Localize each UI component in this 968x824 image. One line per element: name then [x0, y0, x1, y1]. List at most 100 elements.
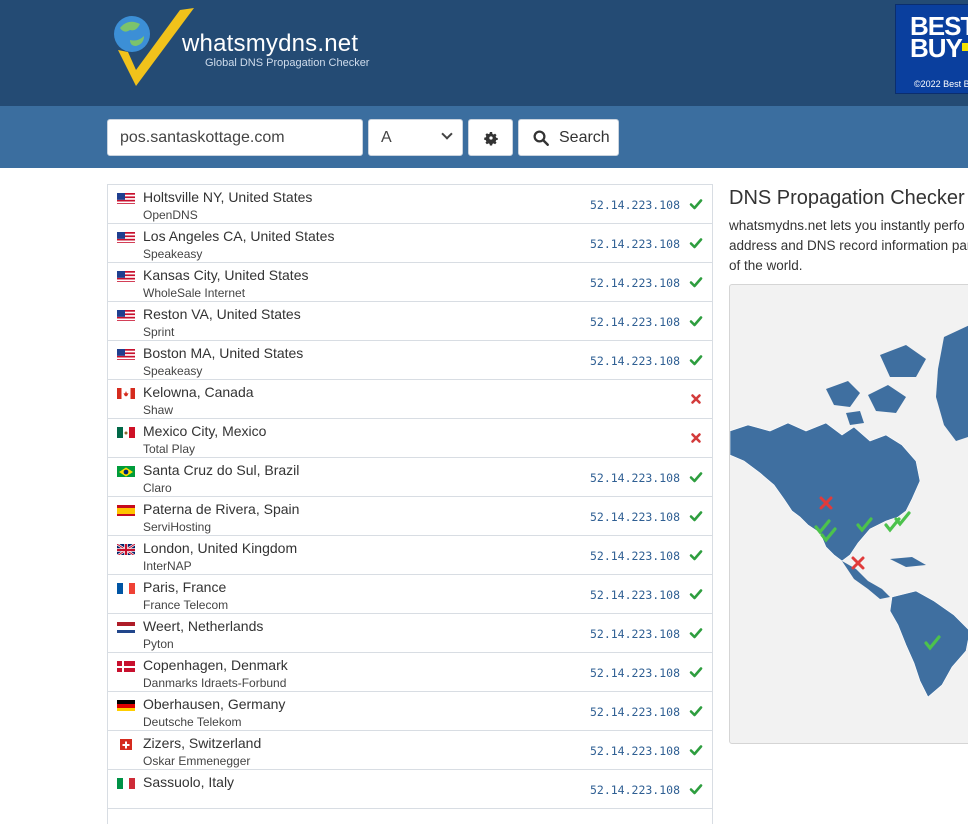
result-ip[interactable]: 52.14.223.108 — [590, 666, 680, 680]
result-row[interactable]: Paterna de Rivera, Spain ServiHosting 52.1… — [108, 497, 712, 536]
result-row[interactable]: Kelowna, Canada Shaw — [108, 380, 712, 419]
check-icon — [689, 665, 703, 679]
domain-input[interactable]: pos.santaskottage.com — [107, 119, 363, 156]
search-button[interactable]: Search — [518, 119, 619, 156]
flag-us-icon — [117, 309, 135, 321]
result-ip[interactable]: 52.14.223.108 — [590, 627, 680, 641]
flag-it-icon — [117, 777, 135, 789]
result-row[interactable]: Copenhagen, Denmark Danmarks Idraets-Forb… — [108, 653, 712, 692]
world-map-graphic — [730, 325, 968, 698]
result-row[interactable]: Mexico City, Mexico Total Play — [108, 419, 712, 458]
result-isp: WholeSale Internet — [143, 286, 246, 300]
result-location: Santa Cruz do Sul, Brazil — [143, 462, 300, 478]
advertisement-banner[interactable]: BEST BUY ©2022 Best B — [895, 4, 968, 94]
check-icon — [689, 197, 703, 211]
result-ip[interactable]: 52.14.223.108 — [590, 237, 680, 251]
site-tagline: Global DNS Propagation Checker — [205, 57, 370, 69]
result-row[interactable]: Los Angeles CA, United States Speakeasy 52… — [108, 224, 712, 263]
flag-nl-icon — [117, 621, 135, 633]
ad-brand-line2: BUY — [910, 33, 963, 63]
result-ip[interactable]: 52.14.223.108 — [590, 315, 680, 329]
flag-dk-icon — [117, 660, 135, 672]
flag-mx-icon — [117, 426, 135, 438]
gear-icon — [483, 131, 498, 145]
record-type-select[interactable]: A — [368, 119, 463, 156]
result-row[interactable]: Weert, Netherlands Pyton 52.14.223.108 — [108, 614, 712, 653]
result-location: Boston MA, United States — [143, 345, 304, 361]
settings-button[interactable] — [468, 119, 513, 156]
result-ip[interactable]: 52.14.223.108 — [590, 588, 680, 602]
south-america-shape — [889, 590, 968, 698]
result-row[interactable]: Sassuolo, Italy 52.14.223.108 — [108, 770, 712, 809]
result-row[interactable]: Boston MA, United States Speakeasy 52.14.2… — [108, 341, 712, 380]
panel-description: whatsmydns.net lets you instantly perfo … — [729, 218, 968, 273]
central-america-shape — [842, 561, 890, 599]
flag-gb-icon — [117, 543, 135, 555]
result-location: Mexico City, Mexico — [143, 423, 267, 439]
result-location: Sassuolo, Italy — [143, 774, 235, 790]
cross-icon — [689, 431, 703, 445]
check-icon — [689, 704, 703, 718]
ad-brand: BEST BUY — [910, 13, 968, 63]
result-row[interactable]: Zizers, Switzerland Oskar Emmenegger 52.14… — [108, 731, 712, 770]
result-row[interactable]: Oberhausen, Germany Deutsche Telekom 52.14… — [108, 692, 712, 731]
chevron-down-icon — [441, 128, 453, 140]
flag-us-icon — [117, 348, 135, 360]
result-isp: Speakeasy — [143, 364, 203, 378]
world-map[interactable] — [729, 284, 968, 744]
check-icon — [689, 743, 703, 757]
result-isp: Sprint — [143, 325, 175, 339]
site-name[interactable]: whatsmydns.net — [182, 30, 358, 58]
result-location: Kansas City, United States — [143, 267, 309, 283]
result-row[interactable]: Holtsville NY, United States OpenDNS 52.14… — [108, 185, 712, 224]
result-ip[interactable]: 52.14.223.108 — [590, 354, 680, 368]
result-ip[interactable]: 52.14.223.108 — [590, 471, 680, 485]
result-ip[interactable]: 52.14.223.108 — [590, 276, 680, 290]
result-row[interactable]: London, United Kingdom InterNAP 52.14.223.… — [108, 536, 712, 575]
flag-ca-icon — [117, 387, 135, 399]
fail-marker-icon — [851, 556, 865, 570]
flag-us-icon — [117, 231, 135, 243]
result-isp: Deutsche Telekom — [143, 715, 242, 729]
check-icon — [689, 236, 703, 250]
result-ip[interactable]: 52.14.223.108 — [590, 510, 680, 524]
result-isp: Claro — [143, 481, 172, 495]
result-ip[interactable]: 52.14.223.108 — [590, 549, 680, 563]
flag-fr-icon — [117, 582, 135, 594]
flag-de-icon — [117, 699, 135, 711]
result-isp: Speakeasy — [143, 247, 203, 261]
flag-us-icon — [117, 270, 135, 282]
check-icon — [689, 548, 703, 562]
result-location: Copenhagen, Denmark — [143, 657, 288, 673]
result-isp: InterNAP — [143, 559, 192, 573]
result-row[interactable]: Santa Cruz do Sul, Brazil Claro 52.14.223.… — [108, 458, 712, 497]
search-icon — [533, 130, 549, 146]
results-list: Holtsville NY, United States OpenDNS 52.14… — [107, 184, 713, 824]
result-isp: OpenDNS — [143, 208, 198, 222]
result-isp: ServiHosting — [143, 520, 212, 534]
result-row[interactable]: Reston VA, United States Sprint 52.14.223.… — [108, 302, 712, 341]
result-isp: Danmarks Idraets-Forbund — [143, 676, 287, 690]
result-location: Holtsville NY, United States — [143, 189, 313, 205]
result-ip[interactable]: 52.14.223.108 — [590, 198, 680, 212]
greenland-shape — [936, 325, 968, 441]
check-icon — [689, 275, 703, 289]
check-icon — [689, 509, 703, 523]
check-icon — [689, 626, 703, 640]
result-ip[interactable]: 52.14.223.108 — [590, 783, 680, 797]
result-isp: Oskar Emmenegger — [143, 754, 251, 768]
panel-title: DNS Propagation Checker — [729, 187, 965, 209]
result-location: Reston VA, United States — [143, 306, 301, 322]
check-icon — [689, 314, 703, 328]
result-ip[interactable]: 52.14.223.108 — [590, 744, 680, 758]
result-row[interactable]: Paris, France France Telecom 52.14.223.108 — [108, 575, 712, 614]
result-ip[interactable]: 52.14.223.108 — [590, 705, 680, 719]
result-location: London, United Kingdom — [143, 540, 298, 556]
result-location: Kelowna, Canada — [143, 384, 254, 400]
result-row[interactable]: Kansas City, United States WholeSale Inte… — [108, 263, 712, 302]
result-isp: Pyton — [143, 637, 174, 651]
result-location: Weert, Netherlands — [143, 618, 264, 634]
result-location: Zizers, Switzerland — [143, 735, 262, 751]
arctic-islands-shape — [826, 345, 926, 425]
result-isp: Total Play — [143, 442, 196, 456]
